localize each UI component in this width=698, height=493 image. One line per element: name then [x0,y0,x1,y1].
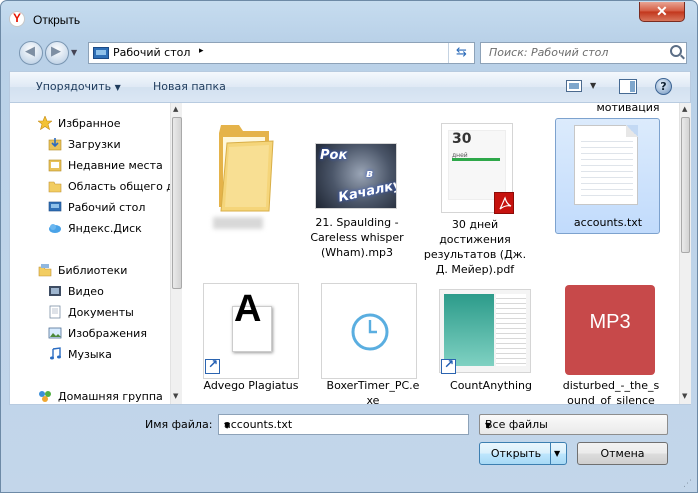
title-bar: Y Открыть ✕ [1,1,697,35]
breadcrumb-arrow-icon[interactable]: ▸ [199,46,204,56]
recent-places-icon [48,159,62,172]
open-split-divider [550,443,551,464]
file-list: мотивация Рок в Качалку 21. Spaulding - … [185,103,679,404]
command-toolbar: Упорядочить ▼ Новая папка ▼ ? [9,71,691,102]
file-item-folder[interactable] [187,117,291,237]
desktop-icon [48,201,62,212]
file-item-countanything[interactable]: CountAnything [439,283,543,393]
window-title: Открыть [33,13,81,27]
breadcrumb-desktop[interactable]: Рабочий стол [113,46,190,59]
back-button[interactable]: ◀ [19,41,43,65]
text-file-icon [574,125,638,205]
browser-panes: Избранное Загрузки Недавние места Област… [9,102,691,405]
file-name: 21. Spaulding - Careless whisper (Wham).mp… [310,216,404,259]
nav-scroll-thumb[interactable] [172,117,182,289]
blurred-folder-label [213,217,263,229]
file-item-spaulding-mp3[interactable]: Рок в Качалку 21. Spaulding - Careless wh… [305,117,409,267]
scroll-down-icon[interactable]: ▼ [682,392,687,400]
file-scroll-thumb[interactable] [681,117,690,253]
pictures-icon [48,327,62,339]
file-item-30-days-pdf[interactable]: 30 дней 30 дней достижения результатов (Дж… [423,117,527,282]
homegroup-icon [39,391,51,402]
chevron-down-icon: ▼ [485,421,492,430]
folder-icon [48,181,62,193]
shortcut-arrow-icon [205,357,220,374]
scroll-down-icon[interactable]: ▼ [173,392,178,400]
partial-file-label: мотивация [596,103,660,114]
open-file-dialog: Y Открыть ✕ ◀ ▶ ▼ Рабочий стол ▸ ⇆ Поиск… [0,0,698,493]
change-view-icon[interactable] [566,80,582,92]
file-name: 30 дней достижения результатов (Дж. Д. Мейе… [423,218,527,276]
close-button[interactable]: ✕ [639,2,685,22]
file-list-scrollbar[interactable]: ▲ ▼ [679,103,691,404]
album-art-icon: Рок в Качалку [315,143,397,209]
search-icon[interactable] [670,45,682,57]
help-icon[interactable]: ? [655,78,672,95]
file-item-accounts-txt[interactable]: accounts.txt [555,118,660,234]
refresh-icon: ⇆ [456,45,467,60]
star-icon [38,116,52,130]
music-icon [50,347,61,360]
file-name: accounts.txt [573,216,643,229]
recent-pages-dropdown[interactable]: ▼ [71,48,77,57]
chevron-down-icon: ▼ [114,83,121,92]
forward-arrow-icon: ▶ [51,44,61,59]
clock-icon [321,283,417,379]
mp3-icon: MP3 [565,285,655,375]
new-folder-button[interactable]: Новая папка [153,80,226,93]
file-item-advego-plagiatus[interactable]: A Advego Plagiatus [203,283,307,393]
folder-icon [219,125,274,212]
nav-scrollbar[interactable]: ▲ ▼ [170,103,182,404]
downloads-icon [48,138,62,151]
file-name: BoxerTimer_PC.e xe [326,379,420,404]
desktop-icon [93,47,109,59]
resize-grip-icon[interactable]: ⋰ [683,479,692,489]
file-item-boxertimer-exe[interactable]: BoxerTimer_PC.e xe [321,283,425,404]
open-options-dropdown[interactable]: ▼ [554,449,560,458]
back-arrow-icon: ◀ [25,44,35,59]
file-item-disturbed-mp3[interactable]: MP3 disturbed_-_the_s ound_of_silence [559,283,663,404]
organize-button[interactable]: Упорядочить ▼ [36,80,121,93]
search-input[interactable]: Поиск: Рабочий стол [480,42,687,64]
yandex-disk-icon [49,224,61,233]
address-bar[interactable]: Рабочий стол ▸ ⇆ [88,42,475,64]
refresh-button[interactable]: ⇆ [448,43,474,63]
close-icon: ✕ [656,3,668,19]
file-name: Advego Plagiatus [203,379,299,392]
scroll-up-icon[interactable]: ▲ [682,105,687,113]
shortcut-arrow-icon [441,357,456,374]
scroll-up-icon[interactable]: ▲ [173,105,178,113]
filetype-select[interactable]: Все файлы ▼ [479,414,668,435]
file-name: disturbed_-_the_s ound_of_silence [562,379,660,404]
video-icon [49,286,61,296]
preview-pane-icon[interactable] [619,79,637,94]
chevron-down-icon[interactable]: ▼ [224,421,464,430]
filename-input[interactable]: accounts.txt ▼ [218,414,469,435]
navigation-pane: Избранное Загрузки Недавние места Област… [10,103,182,404]
cancel-button[interactable]: Отмена [577,442,668,465]
view-options-dropdown[interactable]: ▼ [590,81,596,90]
file-name: CountAnything [450,379,532,392]
filename-label: Имя файла: [145,418,213,431]
libraries-icon [38,264,52,277]
yandex-browser-icon: Y [9,11,25,27]
pdf-book-icon: 30 дней [441,123,514,214]
search-placeholder: Поиск: Рабочий стол [489,46,609,59]
documents-icon [49,305,61,319]
forward-button[interactable]: ▶ [45,41,69,65]
